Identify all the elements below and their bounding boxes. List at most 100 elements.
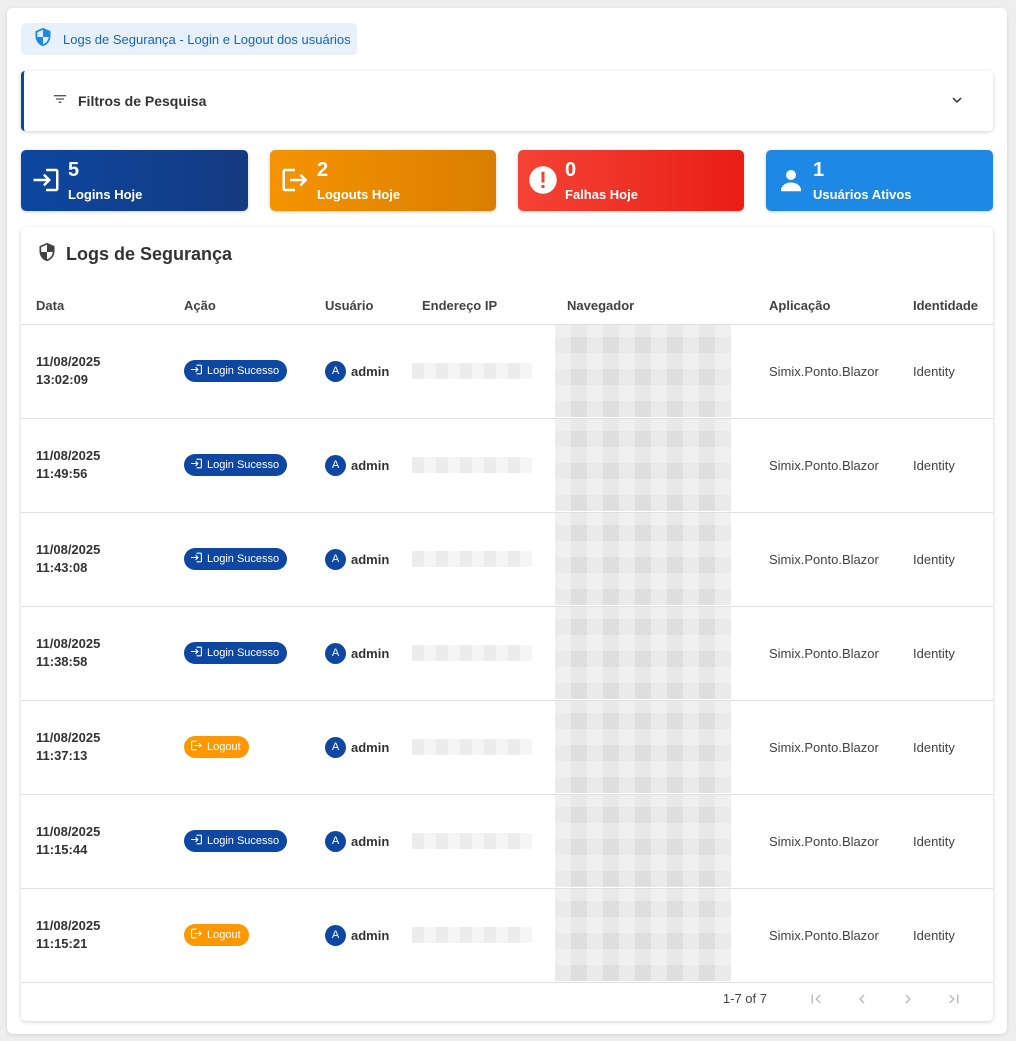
page-title-chip: Logs de Segurança - Login e Logout dos u… xyxy=(21,23,357,55)
log-date: 11/08/2025 xyxy=(36,636,101,651)
pagination-info: 1-7 of 7 xyxy=(722,991,767,1006)
stat-logouts-label: Logouts Hoje xyxy=(317,187,401,202)
action-cell: Login Sucesso xyxy=(171,512,313,607)
table-row[interactable]: 11/08/2025 11:37:13 Logout Aadmin Simix.Pont… xyxy=(21,700,993,795)
table-row[interactable]: 11/08/2025 11:43:08 Login Sucesso Aadmin Sim… xyxy=(21,512,993,607)
browser-cell xyxy=(555,606,757,701)
user-cell: Aadmin xyxy=(313,700,410,795)
action-cell: Login Sucesso xyxy=(171,418,313,513)
table-header-row: Data Ação Usuário Endereço IP Navegador … xyxy=(21,287,993,325)
table-row[interactable]: 11/08/2025 11:49:56 Login Sucesso Aadmin Sim… xyxy=(21,418,993,513)
table-row[interactable]: 11/08/2025 11:38:58 Login Sucesso Aadmin Sim… xyxy=(21,606,993,701)
date-cell: 11/08/2025 11:37:13 xyxy=(21,700,171,795)
column-header-identity[interactable]: Identidade xyxy=(901,287,993,325)
identity-cell: Identity xyxy=(901,324,993,419)
action-label: Login Sucesso xyxy=(207,553,280,565)
page-container: Logs de Segurança - Login e Logout dos u… xyxy=(7,8,1007,1034)
identity-cell: Identity xyxy=(901,418,993,513)
redacted-ip xyxy=(412,833,532,849)
avatar: A xyxy=(325,642,346,664)
logs-header: Logs de Segurança xyxy=(37,242,232,267)
column-header-application[interactable]: Aplicação xyxy=(757,287,901,325)
browser-cell xyxy=(555,794,757,889)
logout-icon xyxy=(190,739,203,755)
action-label: Login Sucesso xyxy=(207,365,280,377)
column-header-ip[interactable]: Endereço IP xyxy=(410,287,555,325)
action-badge: Login Sucesso xyxy=(184,454,288,476)
redacted-ip xyxy=(412,645,532,661)
browser-cell xyxy=(555,512,757,607)
previous-page-icon[interactable] xyxy=(839,983,885,1015)
user-cell: Aadmin xyxy=(313,888,410,983)
column-header-browser[interactable]: Navegador xyxy=(555,287,757,325)
avatar: A xyxy=(325,360,346,382)
log-time: 11:15:44 xyxy=(36,842,88,857)
log-date: 11/08/2025 xyxy=(36,824,101,839)
ip-cell xyxy=(410,418,555,513)
page-title: Logs de Segurança - Login e Logout dos u… xyxy=(63,31,351,47)
filter-icon xyxy=(52,91,68,112)
column-header-action[interactable]: Ação xyxy=(171,287,313,325)
redacted-browser xyxy=(555,607,731,699)
table-row[interactable]: 11/08/2025 13:02:09 Login Sucesso Aadmin Sim… xyxy=(21,324,993,419)
user-chip: Aadmin xyxy=(325,736,390,758)
action-label: Logout xyxy=(207,929,241,941)
redacted-ip xyxy=(412,739,532,755)
table-row[interactable]: 11/08/2025 11:15:44 Login Sucesso Aadmin Sim… xyxy=(21,794,993,889)
identity-cell: Identity xyxy=(901,606,993,701)
logs-title: Logs de Segurança xyxy=(66,244,233,264)
identity-cell: Identity xyxy=(901,512,993,607)
first-page-icon[interactable] xyxy=(793,983,839,1015)
user-name: admin xyxy=(351,927,390,943)
security-logs-card: Logs de Segurança Data Ação Usuário Ende… xyxy=(21,227,993,1021)
column-header-user[interactable]: Usuário xyxy=(313,287,410,325)
stat-card-logouts: 2 Logouts Hoje xyxy=(270,150,496,211)
log-date: 11/08/2025 xyxy=(36,448,101,463)
stat-logins-label: Logins Hoje xyxy=(68,187,143,202)
user-cell: Aadmin xyxy=(313,512,410,607)
log-time: 11:43:08 xyxy=(36,560,88,575)
stat-logouts-value: 2 xyxy=(317,159,329,181)
identity-cell: Identity xyxy=(901,700,993,795)
login-icon xyxy=(31,165,61,195)
action-cell: Login Sucesso xyxy=(171,794,313,889)
date-cell: 11/08/2025 13:02:09 xyxy=(21,324,171,419)
user-cell: Aadmin xyxy=(313,324,410,419)
action-cell: Logout xyxy=(171,888,313,983)
user-chip: Aadmin xyxy=(325,548,390,570)
next-page-icon[interactable] xyxy=(885,983,931,1015)
person-icon xyxy=(776,165,806,195)
application-cell: Simix.Ponto.Blazor xyxy=(757,418,901,513)
log-date: 11/08/2025 xyxy=(36,354,101,369)
stat-failures-value: 0 xyxy=(565,159,577,181)
user-name: admin xyxy=(351,551,390,567)
application-cell: Simix.Ponto.Blazor xyxy=(757,700,901,795)
action-label: Login Sucesso xyxy=(207,459,280,471)
stat-failures-label: Falhas Hoje xyxy=(565,187,638,202)
redacted-ip xyxy=(412,927,532,943)
redacted-ip xyxy=(412,363,532,379)
date-cell: 11/08/2025 11:43:08 xyxy=(21,512,171,607)
chevron-down-icon[interactable] xyxy=(949,92,965,113)
stat-active-users-label: Usuários Ativos xyxy=(813,187,912,202)
security-logs-table: Data Ação Usuário Endereço IP Navegador … xyxy=(21,287,993,983)
search-filters-panel[interactable]: Filtros de Pesquisa xyxy=(21,71,993,131)
log-time: 13:02:09 xyxy=(36,372,89,387)
avatar: A xyxy=(325,736,346,758)
login-icon xyxy=(190,457,203,473)
user-name: admin xyxy=(351,739,390,755)
column-header-date[interactable]: Data xyxy=(21,287,171,325)
action-badge: Logout xyxy=(184,924,249,946)
log-date: 11/08/2025 xyxy=(36,542,101,557)
ip-cell xyxy=(410,512,555,607)
login-icon xyxy=(190,645,203,661)
user-name: admin xyxy=(351,645,390,661)
identity-cell: Identity xyxy=(901,794,993,889)
user-cell: Aadmin xyxy=(313,606,410,701)
action-badge: Logout xyxy=(184,736,249,758)
table-row[interactable]: 11/08/2025 11:15:21 Logout Aadmin Simix.Pont… xyxy=(21,888,993,983)
action-cell: Login Sucesso xyxy=(171,324,313,419)
user-name: admin xyxy=(351,457,390,473)
action-badge: Login Sucesso xyxy=(184,360,288,382)
last-page-icon[interactable] xyxy=(931,983,977,1015)
